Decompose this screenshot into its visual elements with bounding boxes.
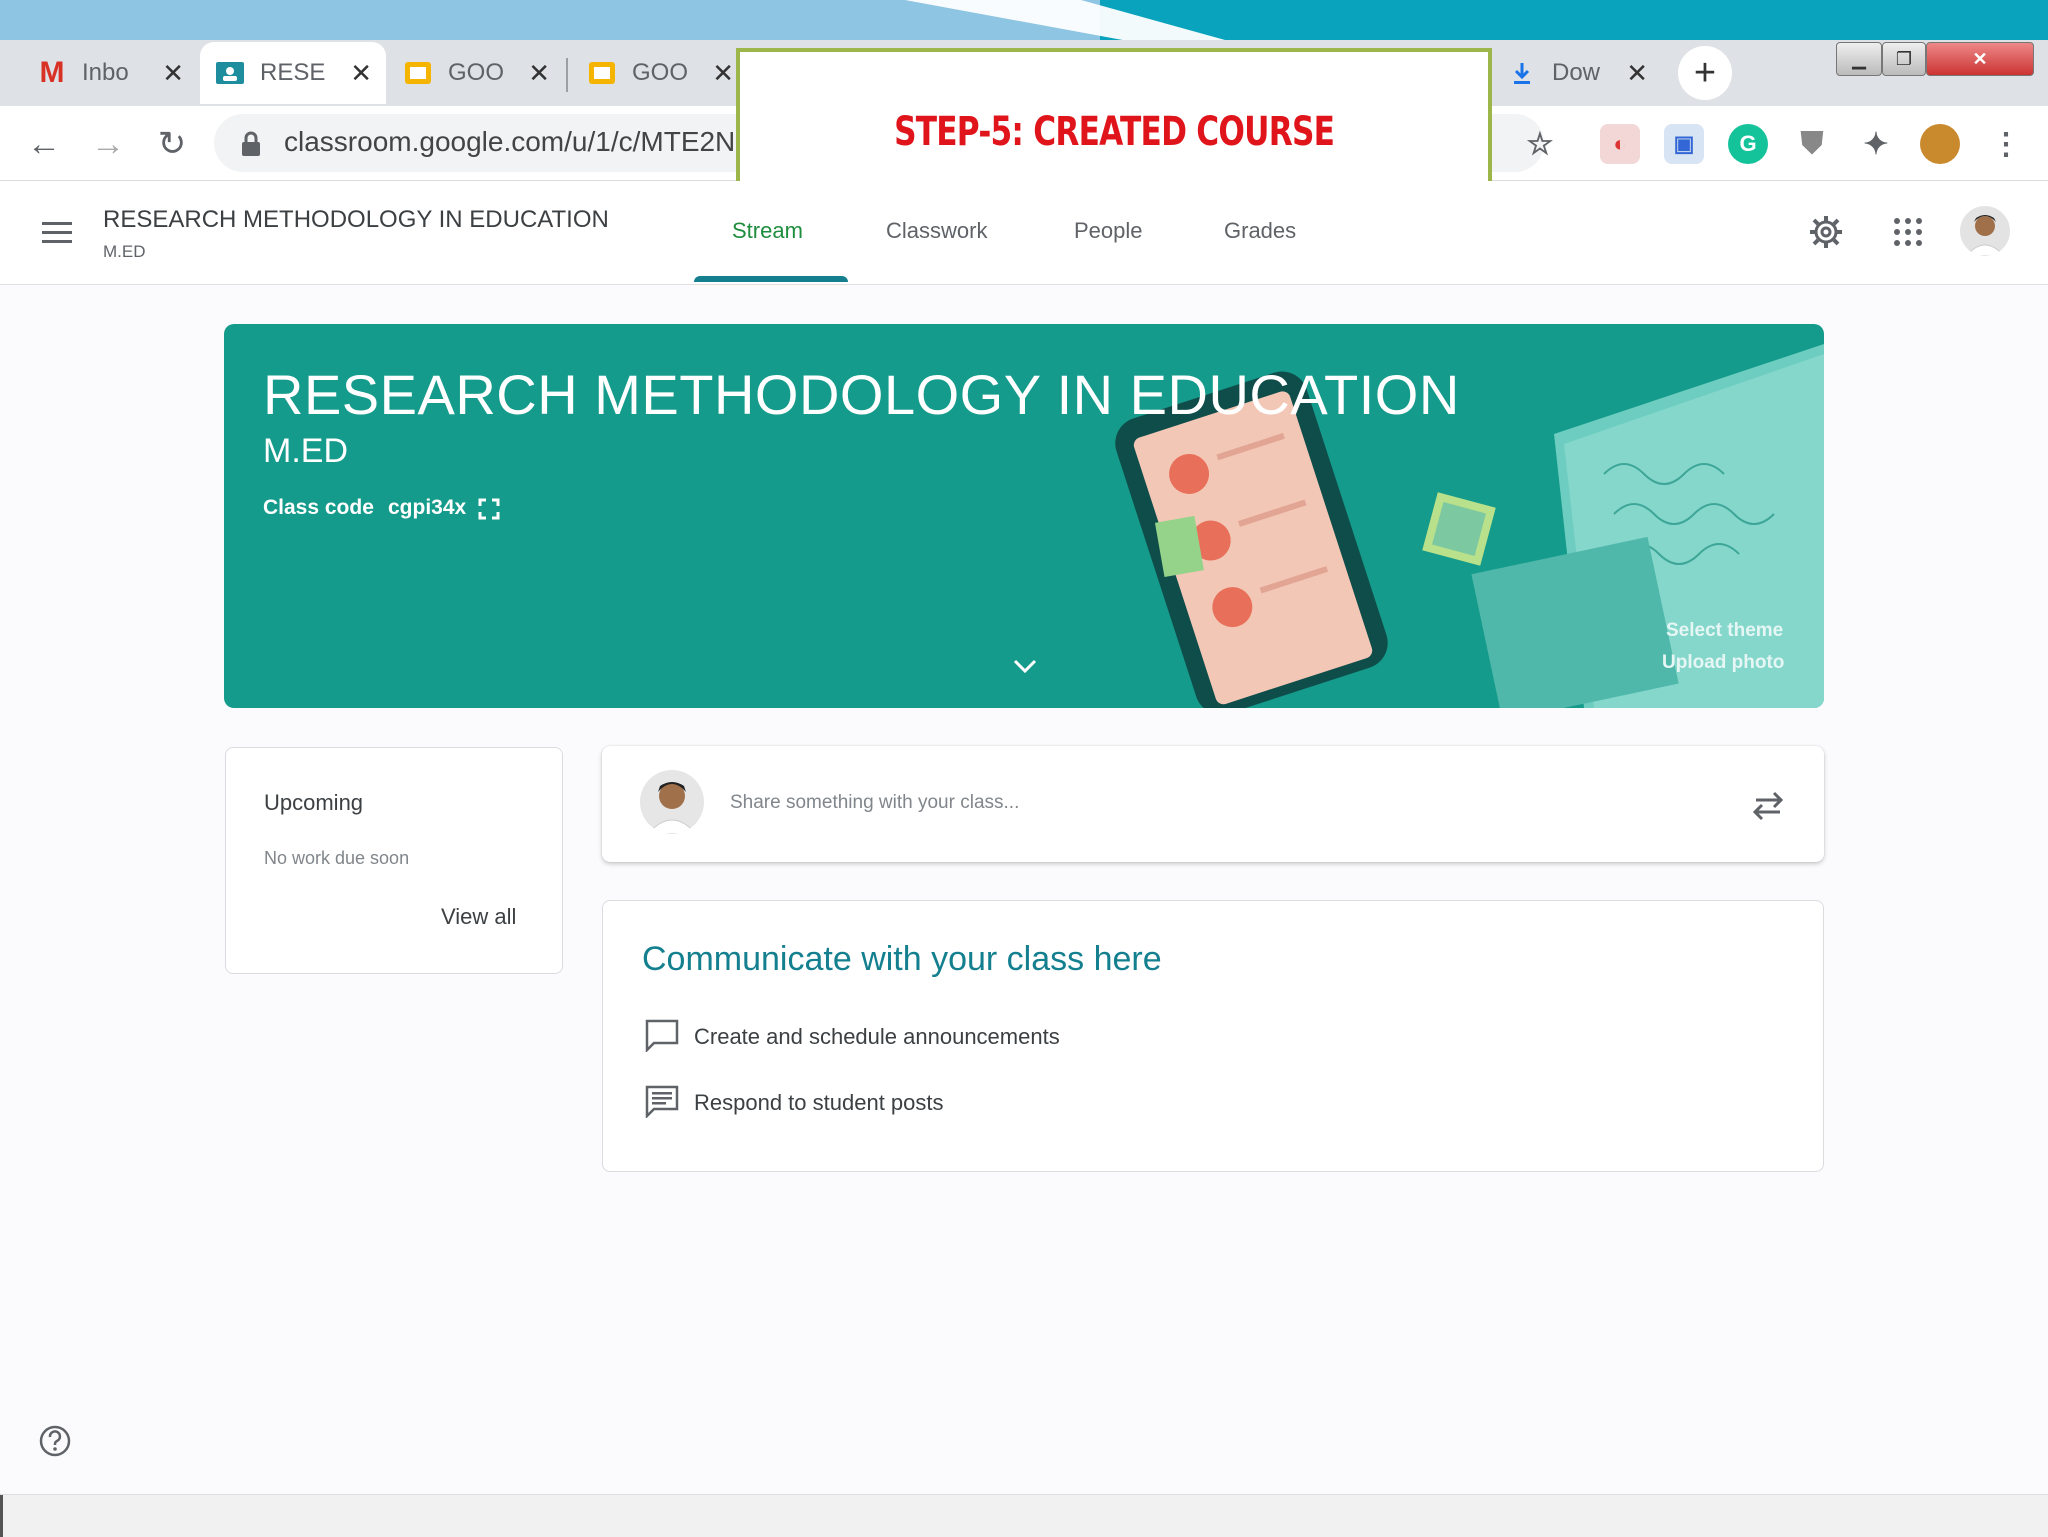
download-icon bbox=[1506, 60, 1538, 86]
close-tab-icon[interactable]: ✕ bbox=[528, 58, 550, 89]
tab-gmail[interactable]: M Inbo ✕ bbox=[22, 42, 198, 104]
minimize-button[interactable]: ▁ bbox=[1836, 42, 1882, 76]
share-placeholder[interactable]: Share something with your class... bbox=[730, 792, 1019, 814]
slides-icon bbox=[402, 60, 434, 86]
hamburger-menu-icon[interactable] bbox=[40, 218, 74, 248]
chevron-down-icon[interactable] bbox=[1010, 655, 1040, 677]
bottom-bar bbox=[0, 1494, 2048, 1537]
plus-icon: + bbox=[1693, 51, 1717, 94]
upcoming-empty-text: No work due soon bbox=[264, 848, 410, 868]
close-window-button[interactable]: ✕ bbox=[1926, 42, 2034, 76]
puzzle-icon[interactable]: ✦ bbox=[1856, 124, 1896, 164]
user-avatar bbox=[640, 770, 704, 834]
close-tab-icon[interactable]: ✕ bbox=[162, 58, 184, 89]
tab-label: RESE bbox=[260, 59, 326, 86]
repost-icon[interactable] bbox=[1748, 786, 1788, 824]
class-code-value: cgpi34x bbox=[388, 496, 467, 519]
bookmark-star-icon[interactable]: ☆ bbox=[1520, 124, 1560, 164]
window-controls: ▁ ❐ ✕ bbox=[1836, 40, 2046, 80]
class-section: M.ED bbox=[103, 242, 146, 261]
select-theme-link[interactable]: Select theme bbox=[1666, 620, 1783, 642]
active-tab-indicator bbox=[694, 276, 848, 282]
new-tab-button[interactable]: + bbox=[1678, 46, 1732, 100]
apps-grid-icon[interactable] bbox=[1890, 214, 1926, 250]
extension-icon[interactable]: ◐ bbox=[1600, 124, 1640, 164]
tab-download[interactable]: Dow ✕ bbox=[1492, 42, 1662, 104]
tab-label: Inbo bbox=[82, 59, 129, 86]
communicate-title: Communicate with your class here bbox=[642, 940, 1162, 978]
upcoming-title: Upcoming bbox=[264, 790, 364, 815]
back-arrow-icon[interactable]: ← bbox=[22, 122, 66, 166]
tab-slides-1[interactable]: GOO ✕ bbox=[388, 42, 564, 104]
tab-people[interactable]: People bbox=[1074, 218, 1143, 244]
tab-stream[interactable]: Stream bbox=[732, 218, 803, 244]
fullscreen-icon[interactable] bbox=[478, 498, 500, 520]
communicate-item: Create and schedule announcements bbox=[694, 1024, 1060, 1049]
url-text[interactable]: classroom.google.com/u/1/c/MTE2N bbox=[284, 126, 735, 158]
tab-classwork[interactable]: Classwork bbox=[886, 218, 987, 244]
user-avatar[interactable] bbox=[1960, 206, 2010, 256]
slide-top-band bbox=[0, 0, 2048, 40]
lock-icon bbox=[238, 130, 264, 158]
communicate-item: Respond to student posts bbox=[694, 1090, 944, 1115]
grammarly-icon[interactable]: G bbox=[1728, 124, 1768, 164]
help-icon[interactable] bbox=[38, 1424, 72, 1458]
profile-avatar[interactable] bbox=[1920, 124, 1960, 164]
upload-photo-link[interactable]: Upload photo bbox=[1662, 652, 1784, 674]
classroom-icon bbox=[214, 60, 246, 86]
tab-slides-2[interactable]: GOO ✕ bbox=[572, 42, 748, 104]
tab-classroom[interactable]: RESE ✕ bbox=[200, 42, 386, 104]
maximize-button[interactable]: ❐ bbox=[1882, 42, 1926, 76]
comment-lines-icon bbox=[644, 1084, 680, 1120]
class-name[interactable]: RESEARCH METHODOLOGY IN EDUCATION bbox=[103, 206, 609, 234]
slides-icon bbox=[586, 60, 618, 86]
step-caption: STEP-5: CREATED COURSE bbox=[893, 109, 1335, 155]
reload-icon[interactable]: ↻ bbox=[150, 122, 194, 166]
banner-section: M.ED bbox=[263, 432, 348, 470]
banner-class-title: RESEARCH METHODOLOGY IN EDUCATION bbox=[263, 363, 1460, 426]
shield-icon[interactable]: ⛊ bbox=[1792, 124, 1832, 164]
close-tab-icon[interactable]: ✕ bbox=[1626, 58, 1648, 89]
tab-label: GOO bbox=[448, 59, 505, 86]
forward-arrow-icon[interactable]: → bbox=[86, 122, 130, 166]
close-tab-icon[interactable]: ✕ bbox=[712, 58, 734, 89]
extension-icon[interactable]: ▣ bbox=[1664, 124, 1704, 164]
gmail-icon: M bbox=[39, 56, 65, 89]
close-tab-icon[interactable]: ✕ bbox=[350, 58, 372, 89]
tab-separator bbox=[566, 58, 568, 92]
announcement-icon bbox=[644, 1018, 680, 1054]
view-all-link[interactable]: View all bbox=[441, 904, 516, 930]
tab-label: GOO bbox=[632, 59, 689, 86]
gear-icon[interactable] bbox=[1806, 212, 1846, 252]
class-code-label: Class code bbox=[263, 496, 374, 519]
more-menu-icon[interactable]: ⋮ bbox=[1986, 124, 2026, 164]
tab-grades[interactable]: Grades bbox=[1224, 218, 1296, 244]
tab-label: Dow bbox=[1552, 59, 1601, 86]
